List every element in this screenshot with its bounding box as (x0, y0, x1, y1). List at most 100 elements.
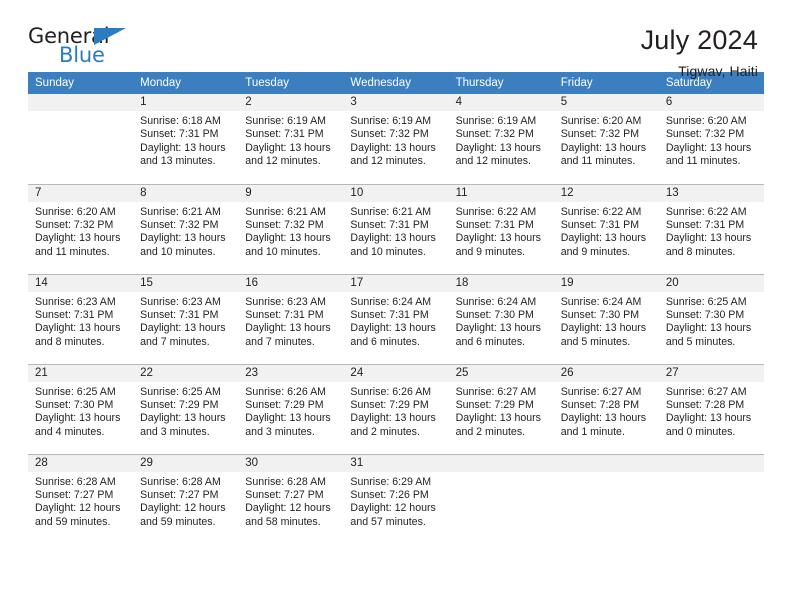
day-detail-line: Sunset: 7:32 PM (560, 128, 640, 141)
day-detail-line: Daylight: 12 hours (140, 502, 226, 515)
day-detail-line: Sunrise: 6:19 AM (455, 115, 537, 127)
day-number: 10 (343, 184, 449, 202)
day-detail-line: Sunrise: 6:18 AM (140, 115, 221, 127)
day-detail-line: and 7 minutes. (245, 335, 315, 348)
day-detail-text: Sunrise: 6:24 AM Sunset: 7:31 PM Daylight:… (343, 292, 448, 350)
general-blue-logo[interactable]: General Blue (28, 26, 140, 72)
day-detail-line: Sunrise: 6:26 AM (245, 385, 326, 398)
day-detail-line: Daylight: 13 hours (35, 232, 121, 245)
day-detail-line: Daylight: 13 hours (245, 141, 331, 154)
day-detail-line: Sunset: 7:29 PM (350, 398, 429, 411)
day-detail-line: Daylight: 13 hours (140, 141, 226, 154)
day-detail-line: Sunset: 7:31 PM (35, 308, 114, 321)
calendar-day-cell[interactable]: 19 Sunrise: 6:24 AM Sunset: 7:30 PM Dayligh… (553, 273, 659, 364)
weekday-header-wednesday: Wednesday (343, 72, 449, 94)
day-detail-line: Daylight: 12 hours (350, 502, 436, 515)
calendar-day-cell[interactable]: 10 Sunrise: 6:21 AM Sunset: 7:31 PM Dayligh… (343, 183, 449, 274)
day-detail-text: Sunrise: 6:19 AM Sunset: 7:32 PM Daylight:… (343, 111, 448, 169)
weekday-header-tuesday: Tuesday (238, 72, 344, 94)
day-detail-text: Sunrise: 6:25 AM Sunset: 7:29 PM Daylight:… (133, 382, 238, 440)
calendar-day-cell[interactable]: 11 Sunrise: 6:22 AM Sunset: 7:31 PM Dayligh… (448, 183, 554, 274)
calendar-week-row: 1 Sunrise: 6:18 AM Sunset: 7:31 PM Daylight… (28, 94, 764, 184)
calendar-day-cell[interactable]: 21 Sunrise: 6:25 AM Sunset: 7:30 PM Dayligh… (28, 363, 134, 454)
day-detail-line: Sunset: 7:29 PM (245, 398, 324, 411)
day-number: 14 (28, 274, 134, 292)
day-detail-line: and 2 minutes. (455, 425, 526, 438)
day-detail-line: Daylight: 13 hours (455, 322, 541, 335)
calendar-day-cell[interactable]: 25 Sunrise: 6:27 AM Sunset: 7:29 PM Dayligh… (448, 363, 554, 454)
day-detail-line: Sunrise: 6:26 AM (350, 385, 432, 398)
day-detail-text: Sunrise: 6:28 AM Sunset: 7:27 PM Daylight:… (28, 472, 133, 530)
day-detail-line: and 59 minutes. (35, 515, 111, 528)
calendar-day-cell[interactable]: 28 Sunrise: 6:28 AM Sunset: 7:27 PM Dayligh… (28, 453, 134, 544)
day-detail-line: Sunset: 7:29 PM (455, 398, 534, 411)
day-detail-text: Sunrise: 6:21 AM Sunset: 7:32 PM Daylight:… (238, 202, 343, 260)
calendar-day-cell[interactable]: 15 Sunrise: 6:23 AM Sunset: 7:31 PM Dayligh… (133, 273, 239, 364)
day-detail-line: Daylight: 13 hours (350, 322, 436, 335)
day-detail-line: Sunset: 7:31 PM (350, 308, 429, 321)
day-detail-text: Sunrise: 6:24 AM Sunset: 7:30 PM Daylight:… (449, 292, 554, 350)
calendar-day-cell[interactable]: 23 Sunrise: 6:26 AM Sunset: 7:29 PM Dayligh… (238, 363, 344, 454)
day-detail-line: and 8 minutes. (665, 245, 736, 258)
day-detail-text: Sunrise: 6:21 AM Sunset: 7:31 PM Daylight:… (343, 202, 448, 260)
calendar-week-row: 28 Sunrise: 6:28 AM Sunset: 7:27 PM Dayligh… (28, 453, 764, 544)
day-number: 22 (133, 364, 239, 382)
day-detail-line: Sunset: 7:27 PM (35, 488, 114, 501)
day-detail-line: Daylight: 13 hours (455, 141, 541, 154)
calendar-day-cell[interactable]: 18 Sunrise: 6:24 AM Sunset: 7:30 PM Dayligh… (448, 273, 554, 364)
day-detail-line: Sunset: 7:26 PM (350, 488, 429, 501)
calendar-day-cell[interactable]: 14 Sunrise: 6:23 AM Sunset: 7:31 PM Dayligh… (28, 273, 134, 364)
calendar-day-cell[interactable]: 29 Sunrise: 6:28 AM Sunset: 7:27 PM Dayligh… (133, 453, 239, 544)
calendar-day-cell[interactable]: 12 Sunrise: 6:22 AM Sunset: 7:31 PM Dayligh… (553, 183, 659, 274)
day-detail-text: Sunrise: 6:22 AM Sunset: 7:31 PM Daylight:… (449, 202, 554, 260)
calendar-day-cell[interactable]: 31 Sunrise: 6:29 AM Sunset: 7:26 PM Dayligh… (343, 453, 449, 544)
calendar-day-cell[interactable]: 8 Sunrise: 6:21 AM Sunset: 7:32 PM Daylight… (133, 183, 239, 274)
calendar-day-cell[interactable]: 13 Sunrise: 6:22 AM Sunset: 7:31 PM Dayligh… (658, 183, 764, 274)
calendar-day-cell[interactable]: 20 Sunrise: 6:25 AM Sunset: 7:30 PM Dayligh… (658, 273, 764, 364)
day-detail-line: and 5 minutes. (665, 335, 736, 348)
day-detail-line: Sunrise: 6:25 AM (665, 295, 747, 308)
calendar-day-cell[interactable]: 17 Sunrise: 6:24 AM Sunset: 7:31 PM Dayligh… (343, 273, 449, 364)
calendar-day-cell[interactable]: 30 Sunrise: 6:28 AM Sunset: 7:27 PM Dayligh… (238, 453, 344, 544)
day-detail-text: Sunrise: 6:19 AM Sunset: 7:31 PM Daylight:… (238, 111, 343, 169)
day-detail-line: Daylight: 13 hours (665, 412, 752, 425)
calendar-week-row: 14 Sunrise: 6:23 AM Sunset: 7:31 PM Dayligh… (28, 273, 764, 364)
day-detail-text: Sunrise: 6:23 AM Sunset: 7:31 PM Daylight:… (238, 292, 343, 350)
calendar-day-cell[interactable]: 26 Sunrise: 6:27 AM Sunset: 7:28 PM Dayligh… (553, 363, 659, 454)
day-number: 18 (448, 274, 554, 292)
day-detail-text: Sunrise: 6:27 AM Sunset: 7:28 PM Daylight:… (659, 382, 764, 440)
day-detail-line: and 6 minutes. (455, 335, 526, 348)
day-detail-text: Sunrise: 6:23 AM Sunset: 7:31 PM Daylight:… (28, 292, 133, 350)
calendar-day-cell[interactable]: 24 Sunrise: 6:26 AM Sunset: 7:29 PM Dayligh… (343, 363, 449, 454)
calendar-day-cell[interactable]: 1 Sunrise: 6:18 AM Sunset: 7:31 PM Daylight… (133, 94, 239, 184)
day-detail-line: Daylight: 13 hours (350, 412, 436, 425)
calendar-day-cell[interactable]: 9 Sunrise: 6:21 AM Sunset: 7:32 PM Daylight… (238, 183, 344, 274)
day-detail-line: and 10 minutes. (350, 245, 426, 258)
weekday-header-monday: Monday (133, 72, 239, 94)
day-detail-line: Sunrise: 6:28 AM (35, 475, 116, 488)
day-detail-line: and 11 minutes. (665, 155, 741, 168)
day-number (448, 454, 554, 472)
calendar-day-cell[interactable]: 4 Sunrise: 6:19 AM Sunset: 7:32 PM Daylight… (448, 94, 554, 184)
calendar-day-cell[interactable]: 27 Sunrise: 6:27 AM Sunset: 7:28 PM Dayligh… (658, 363, 764, 454)
calendar-day-cell[interactable]: 3 Sunrise: 6:19 AM Sunset: 7:32 PM Daylight… (343, 94, 449, 184)
calendar-day-cell[interactable]: 7 Sunrise: 6:20 AM Sunset: 7:32 PM Daylight… (28, 183, 134, 274)
calendar-day-cell[interactable]: 2 Sunrise: 6:19 AM Sunset: 7:31 PM Daylight… (238, 94, 344, 184)
calendar-day-cell[interactable]: 16 Sunrise: 6:23 AM Sunset: 7:31 PM Dayligh… (238, 273, 344, 364)
day-detail-line: and 2 minutes. (350, 425, 420, 438)
day-detail-line: Sunset: 7:31 PM (350, 218, 429, 231)
day-detail-line: Sunrise: 6:21 AM (140, 205, 221, 218)
day-detail-line: Sunrise: 6:25 AM (35, 385, 116, 398)
day-detail-line: Daylight: 13 hours (560, 232, 647, 245)
day-detail-line: and 3 minutes. (245, 425, 315, 438)
day-detail-line: Sunrise: 6:23 AM (35, 295, 116, 308)
calendar-day-cell-empty (448, 453, 554, 544)
calendar-day-cell[interactable]: 6 Sunrise: 6:20 AM Sunset: 7:32 PM Daylight… (658, 94, 764, 184)
day-detail-text: Sunrise: 6:18 AM Sunset: 7:31 PM Daylight:… (133, 111, 238, 169)
day-number: 19 (553, 274, 659, 292)
calendar-day-cell-empty (553, 453, 659, 544)
calendar-day-cell[interactable]: 5 Sunrise: 6:20 AM Sunset: 7:32 PM Daylight… (553, 94, 659, 184)
calendar-day-cell[interactable]: 22 Sunrise: 6:25 AM Sunset: 7:29 PM Dayligh… (133, 363, 239, 454)
day-detail-line: and 12 minutes. (350, 155, 426, 168)
day-detail-text: Sunrise: 6:20 AM Sunset: 7:32 PM Daylight:… (28, 202, 133, 260)
